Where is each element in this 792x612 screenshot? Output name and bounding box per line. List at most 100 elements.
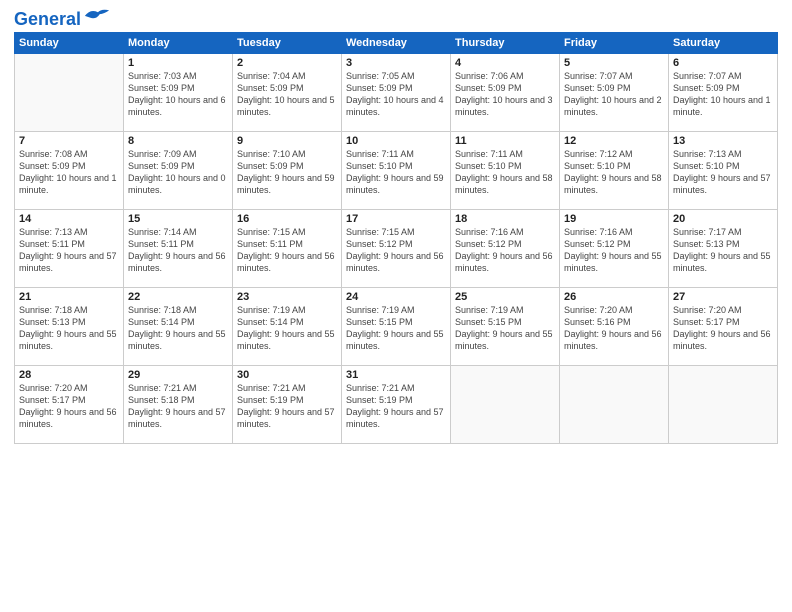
calendar-cell xyxy=(451,366,560,444)
calendar-cell xyxy=(560,366,669,444)
weekday-header-sunday: Sunday xyxy=(15,33,124,54)
day-info: Sunrise: 7:07 AMSunset: 5:09 PMDaylight:… xyxy=(564,70,664,119)
weekday-header-friday: Friday xyxy=(560,33,669,54)
calendar-cell: 23Sunrise: 7:19 AMSunset: 5:14 PMDayligh… xyxy=(233,288,342,366)
day-number: 29 xyxy=(128,369,228,381)
day-info: Sunrise: 7:15 AMSunset: 5:11 PMDaylight:… xyxy=(237,226,337,275)
calendar-cell: 29Sunrise: 7:21 AMSunset: 5:18 PMDayligh… xyxy=(124,366,233,444)
day-info: Sunrise: 7:06 AMSunset: 5:09 PMDaylight:… xyxy=(455,70,555,119)
day-number: 25 xyxy=(455,291,555,303)
logo-bird-icon xyxy=(83,6,111,24)
calendar-cell: 11Sunrise: 7:11 AMSunset: 5:10 PMDayligh… xyxy=(451,132,560,210)
day-number: 21 xyxy=(19,291,119,303)
day-number: 11 xyxy=(455,135,555,147)
weekday-header-monday: Monday xyxy=(124,33,233,54)
calendar-cell: 5Sunrise: 7:07 AMSunset: 5:09 PMDaylight… xyxy=(560,54,669,132)
day-info: Sunrise: 7:11 AMSunset: 5:10 PMDaylight:… xyxy=(455,148,555,197)
day-info: Sunrise: 7:21 AMSunset: 5:19 PMDaylight:… xyxy=(237,382,337,431)
logo: General xyxy=(14,10,111,24)
calendar-cell: 24Sunrise: 7:19 AMSunset: 5:15 PMDayligh… xyxy=(342,288,451,366)
day-info: Sunrise: 7:14 AMSunset: 5:11 PMDaylight:… xyxy=(128,226,228,275)
day-number: 10 xyxy=(346,135,446,147)
day-info: Sunrise: 7:08 AMSunset: 5:09 PMDaylight:… xyxy=(19,148,119,197)
calendar-cell xyxy=(669,366,778,444)
calendar-cell: 17Sunrise: 7:15 AMSunset: 5:12 PMDayligh… xyxy=(342,210,451,288)
weekday-header-tuesday: Tuesday xyxy=(233,33,342,54)
day-number: 5 xyxy=(564,57,664,69)
day-info: Sunrise: 7:16 AMSunset: 5:12 PMDaylight:… xyxy=(564,226,664,275)
weekday-header-wednesday: Wednesday xyxy=(342,33,451,54)
day-number: 30 xyxy=(237,369,337,381)
day-number: 12 xyxy=(564,135,664,147)
weekday-header-thursday: Thursday xyxy=(451,33,560,54)
page-container: General SundayMondayTuesdayWednesdayThur… xyxy=(0,0,792,612)
day-number: 2 xyxy=(237,57,337,69)
day-number: 9 xyxy=(237,135,337,147)
calendar-cell: 31Sunrise: 7:21 AMSunset: 5:19 PMDayligh… xyxy=(342,366,451,444)
calendar-cell: 25Sunrise: 7:19 AMSunset: 5:15 PMDayligh… xyxy=(451,288,560,366)
day-number: 19 xyxy=(564,213,664,225)
calendar-cell: 3Sunrise: 7:05 AMSunset: 5:09 PMDaylight… xyxy=(342,54,451,132)
day-info: Sunrise: 7:21 AMSunset: 5:19 PMDaylight:… xyxy=(346,382,446,431)
calendar-cell: 28Sunrise: 7:20 AMSunset: 5:17 PMDayligh… xyxy=(15,366,124,444)
day-info: Sunrise: 7:15 AMSunset: 5:12 PMDaylight:… xyxy=(346,226,446,275)
logo-text: General xyxy=(14,10,81,28)
day-number: 13 xyxy=(673,135,773,147)
day-info: Sunrise: 7:21 AMSunset: 5:18 PMDaylight:… xyxy=(128,382,228,431)
day-info: Sunrise: 7:04 AMSunset: 5:09 PMDaylight:… xyxy=(237,70,337,119)
calendar-cell xyxy=(15,54,124,132)
calendar-cell: 15Sunrise: 7:14 AMSunset: 5:11 PMDayligh… xyxy=(124,210,233,288)
day-info: Sunrise: 7:13 AMSunset: 5:10 PMDaylight:… xyxy=(673,148,773,197)
calendar-cell: 21Sunrise: 7:18 AMSunset: 5:13 PMDayligh… xyxy=(15,288,124,366)
day-info: Sunrise: 7:05 AMSunset: 5:09 PMDaylight:… xyxy=(346,70,446,119)
day-number: 17 xyxy=(346,213,446,225)
day-number: 3 xyxy=(346,57,446,69)
weekday-header-row: SundayMondayTuesdayWednesdayThursdayFrid… xyxy=(15,33,778,54)
calendar-week-row: 1Sunrise: 7:03 AMSunset: 5:09 PMDaylight… xyxy=(15,54,778,132)
calendar-cell: 27Sunrise: 7:20 AMSunset: 5:17 PMDayligh… xyxy=(669,288,778,366)
day-number: 15 xyxy=(128,213,228,225)
calendar-cell: 1Sunrise: 7:03 AMSunset: 5:09 PMDaylight… xyxy=(124,54,233,132)
calendar-cell: 14Sunrise: 7:13 AMSunset: 5:11 PMDayligh… xyxy=(15,210,124,288)
day-info: Sunrise: 7:16 AMSunset: 5:12 PMDaylight:… xyxy=(455,226,555,275)
day-number: 23 xyxy=(237,291,337,303)
calendar-cell: 10Sunrise: 7:11 AMSunset: 5:10 PMDayligh… xyxy=(342,132,451,210)
day-info: Sunrise: 7:18 AMSunset: 5:13 PMDaylight:… xyxy=(19,304,119,353)
day-info: Sunrise: 7:03 AMSunset: 5:09 PMDaylight:… xyxy=(128,70,228,119)
calendar-cell: 2Sunrise: 7:04 AMSunset: 5:09 PMDaylight… xyxy=(233,54,342,132)
calendar-week-row: 14Sunrise: 7:13 AMSunset: 5:11 PMDayligh… xyxy=(15,210,778,288)
calendar-cell: 20Sunrise: 7:17 AMSunset: 5:13 PMDayligh… xyxy=(669,210,778,288)
day-info: Sunrise: 7:13 AMSunset: 5:11 PMDaylight:… xyxy=(19,226,119,275)
calendar-cell: 22Sunrise: 7:18 AMSunset: 5:14 PMDayligh… xyxy=(124,288,233,366)
calendar-week-row: 21Sunrise: 7:18 AMSunset: 5:13 PMDayligh… xyxy=(15,288,778,366)
day-number: 8 xyxy=(128,135,228,147)
day-number: 18 xyxy=(455,213,555,225)
day-info: Sunrise: 7:07 AMSunset: 5:09 PMDaylight:… xyxy=(673,70,773,119)
day-number: 14 xyxy=(19,213,119,225)
calendar-cell: 13Sunrise: 7:13 AMSunset: 5:10 PMDayligh… xyxy=(669,132,778,210)
calendar-cell: 30Sunrise: 7:21 AMSunset: 5:19 PMDayligh… xyxy=(233,366,342,444)
calendar-week-row: 7Sunrise: 7:08 AMSunset: 5:09 PMDaylight… xyxy=(15,132,778,210)
day-info: Sunrise: 7:12 AMSunset: 5:10 PMDaylight:… xyxy=(564,148,664,197)
day-number: 31 xyxy=(346,369,446,381)
calendar-table: SundayMondayTuesdayWednesdayThursdayFrid… xyxy=(14,32,778,444)
day-number: 1 xyxy=(128,57,228,69)
day-info: Sunrise: 7:19 AMSunset: 5:15 PMDaylight:… xyxy=(346,304,446,353)
day-info: Sunrise: 7:10 AMSunset: 5:09 PMDaylight:… xyxy=(237,148,337,197)
day-number: 28 xyxy=(19,369,119,381)
calendar-cell: 19Sunrise: 7:16 AMSunset: 5:12 PMDayligh… xyxy=(560,210,669,288)
calendar-cell: 4Sunrise: 7:06 AMSunset: 5:09 PMDaylight… xyxy=(451,54,560,132)
calendar-cell: 9Sunrise: 7:10 AMSunset: 5:09 PMDaylight… xyxy=(233,132,342,210)
day-info: Sunrise: 7:18 AMSunset: 5:14 PMDaylight:… xyxy=(128,304,228,353)
day-number: 6 xyxy=(673,57,773,69)
day-info: Sunrise: 7:20 AMSunset: 5:16 PMDaylight:… xyxy=(564,304,664,353)
weekday-header-saturday: Saturday xyxy=(669,33,778,54)
calendar-cell: 7Sunrise: 7:08 AMSunset: 5:09 PMDaylight… xyxy=(15,132,124,210)
header: General xyxy=(14,10,778,24)
day-info: Sunrise: 7:19 AMSunset: 5:15 PMDaylight:… xyxy=(455,304,555,353)
day-info: Sunrise: 7:20 AMSunset: 5:17 PMDaylight:… xyxy=(673,304,773,353)
day-info: Sunrise: 7:17 AMSunset: 5:13 PMDaylight:… xyxy=(673,226,773,275)
calendar-cell: 6Sunrise: 7:07 AMSunset: 5:09 PMDaylight… xyxy=(669,54,778,132)
day-info: Sunrise: 7:19 AMSunset: 5:14 PMDaylight:… xyxy=(237,304,337,353)
calendar-cell: 12Sunrise: 7:12 AMSunset: 5:10 PMDayligh… xyxy=(560,132,669,210)
